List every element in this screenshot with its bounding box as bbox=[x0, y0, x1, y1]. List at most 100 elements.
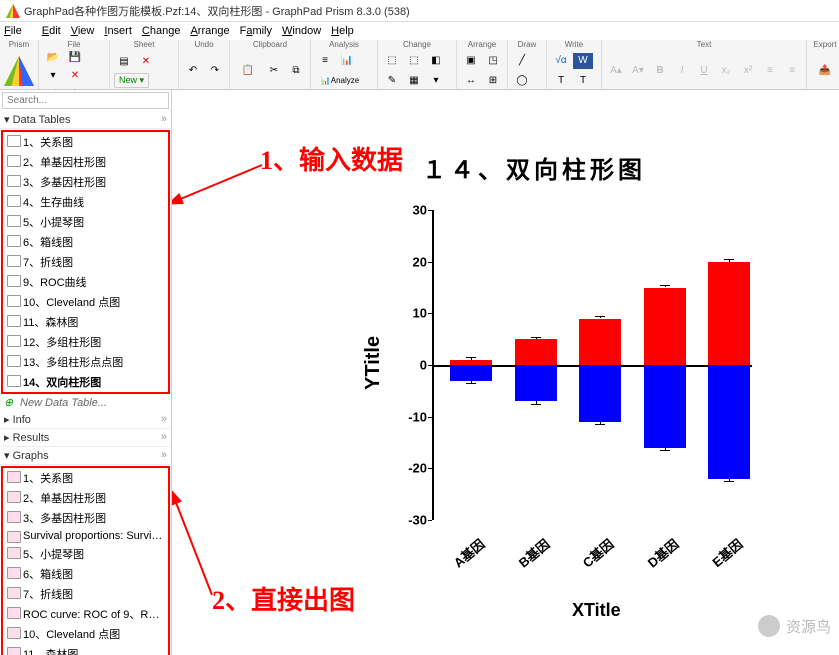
open-icon[interactable]: 📂 bbox=[43, 49, 63, 65]
font-a1-icon[interactable]: A▴ bbox=[606, 63, 626, 79]
align-c-icon[interactable]: ≡ bbox=[782, 63, 802, 79]
data-table-item[interactable]: 11、森林图 bbox=[3, 312, 168, 332]
graph-item[interactable]: 2、单基因柱形图 bbox=[3, 488, 168, 508]
graph-item[interactable]: 6、箱线图 bbox=[3, 564, 168, 584]
save-icon[interactable]: 💾 bbox=[65, 49, 85, 65]
app-icon bbox=[6, 4, 20, 18]
new-button[interactable]: New ▾ bbox=[114, 73, 149, 88]
arrange3-icon[interactable]: ↔ bbox=[461, 72, 481, 88]
text-t2-icon[interactable]: T bbox=[573, 72, 593, 88]
panel-info[interactable]: ▸ Info» bbox=[0, 411, 171, 429]
search-input[interactable] bbox=[2, 92, 169, 109]
data-table-item[interactable]: 2、单基因柱形图 bbox=[3, 152, 168, 172]
change5-icon[interactable]: ▦ bbox=[404, 72, 424, 88]
bar-upper bbox=[579, 319, 621, 366]
data-table-item[interactable]: 10、Cleveland 点图 bbox=[3, 292, 168, 312]
data-table-item[interactable]: 6、箱线图 bbox=[3, 232, 168, 252]
saveas-icon[interactable]: ▾ bbox=[43, 67, 63, 83]
word-icon[interactable]: W bbox=[573, 53, 593, 69]
graph-item[interactable]: 1、关系图 bbox=[3, 468, 168, 488]
text-t-icon[interactable]: T bbox=[551, 72, 571, 88]
menu-edit[interactable]: Edit bbox=[42, 25, 61, 37]
alpha-icon[interactable]: √α bbox=[551, 53, 571, 69]
data-table-item[interactable]: 3、多基因柱形图 bbox=[3, 172, 168, 192]
ribbon-group-export: Export bbox=[811, 40, 839, 52]
x-category-label: D基因 bbox=[631, 534, 682, 581]
close-icon[interactable]: ✕ bbox=[65, 67, 85, 83]
align-l-icon[interactable]: ≡ bbox=[760, 63, 780, 79]
paste-icon[interactable]: 📋 bbox=[234, 54, 262, 88]
copy-icon[interactable]: ⧉ bbox=[286, 63, 306, 79]
ribbon-group-change: Change bbox=[382, 40, 452, 52]
bold-icon[interactable]: B bbox=[650, 63, 670, 79]
sub-icon[interactable]: x₂ bbox=[716, 63, 736, 79]
menu-view[interactable]: View bbox=[71, 25, 95, 37]
data-table-item[interactable]: 9、ROC曲线 bbox=[3, 272, 168, 292]
analyze-btn[interactable]: 📊Analyze bbox=[315, 72, 365, 88]
sup-icon[interactable]: x² bbox=[738, 63, 758, 79]
menu-change[interactable]: Change bbox=[142, 25, 181, 37]
menu-insert[interactable]: Insert bbox=[104, 25, 132, 37]
panel-data-tables[interactable]: ▾ Data Tables» bbox=[0, 111, 171, 129]
italic-icon[interactable]: I bbox=[672, 63, 692, 79]
panel-graphs[interactable]: ▾ Graphs» bbox=[0, 447, 171, 465]
graph-item[interactable]: Survival proportions: Survival ... bbox=[3, 528, 168, 544]
draw1-icon[interactable]: ╱ bbox=[512, 53, 532, 69]
new-data-table[interactable]: New Data Table... bbox=[0, 395, 171, 411]
draw2-icon[interactable]: ◯ bbox=[512, 72, 532, 88]
watermark-text: 资源鸟 bbox=[786, 616, 831, 637]
bar-lower bbox=[708, 365, 750, 479]
graph-item[interactable]: 5、小提琴图 bbox=[3, 544, 168, 564]
graph-item[interactable]: ROC curve: ROC of 9、ROC曲线 bbox=[3, 604, 168, 624]
redo-icon[interactable]: ↷ bbox=[205, 63, 225, 79]
data-table-item[interactable]: 4、生存曲线 bbox=[3, 192, 168, 212]
menu-window[interactable]: Window bbox=[282, 25, 321, 37]
menu-family[interactable]: Family bbox=[240, 25, 272, 37]
underline-icon[interactable]: U bbox=[694, 63, 714, 79]
y-axis-label: YTitle bbox=[362, 336, 385, 390]
data-tables-highlight: 1、关系图2、单基因柱形图3、多基因柱形图4、生存曲线5、小提琴图6、箱线图7、… bbox=[1, 130, 170, 394]
graph-item[interactable]: 3、多基因柱形图 bbox=[3, 508, 168, 528]
arrange1-icon[interactable]: ▣ bbox=[461, 53, 481, 69]
delete-sheet-icon[interactable]: ✕ bbox=[136, 53, 156, 69]
graph-item[interactable]: 11、森林图 bbox=[3, 644, 168, 655]
change2-icon[interactable]: ⬚ bbox=[404, 53, 424, 69]
bar-lower bbox=[450, 365, 492, 381]
sheet-icon[interactable]: ▤ bbox=[114, 53, 134, 69]
x-category-label: A基因 bbox=[438, 534, 489, 581]
bar-upper bbox=[708, 262, 750, 365]
arrange4-icon[interactable]: ⊞ bbox=[483, 72, 503, 88]
change-icon[interactable]: ⬚ bbox=[382, 53, 402, 69]
graph-item[interactable]: 10、Cleveland 点图 bbox=[3, 624, 168, 644]
ribbon-toolbar: Prism File 📂 💾 ▾ ✕ ✔ ✦ Sheet ▤ ✕ New ▾ U… bbox=[0, 40, 839, 90]
menu-arrange[interactable]: Arrange bbox=[190, 25, 229, 37]
x-category-label: C基因 bbox=[567, 534, 618, 581]
data-table-item[interactable]: 7、折线图 bbox=[3, 252, 168, 272]
data-table-item[interactable]: 5、小提琴图 bbox=[3, 212, 168, 232]
stats-icon[interactable]: 📊 bbox=[337, 53, 357, 69]
change6-icon[interactable]: ▾ bbox=[426, 72, 446, 88]
cut-icon[interactable]: ✂ bbox=[264, 63, 284, 79]
export-icon[interactable]: 📤 bbox=[811, 54, 839, 88]
arrange2-icon[interactable]: ◳ bbox=[483, 53, 503, 69]
analyze-icon[interactable]: ≡ bbox=[315, 53, 335, 69]
data-table-item[interactable]: 12、多组柱形图 bbox=[3, 332, 168, 352]
y-tick-label: -20 bbox=[387, 461, 427, 476]
menu-file[interactable]: File bbox=[4, 25, 32, 37]
y-tick-label: 20 bbox=[387, 254, 427, 269]
ribbon-group-analysis: Analysis bbox=[315, 40, 373, 52]
data-table-item[interactable]: 14、双向柱形图 bbox=[3, 372, 168, 392]
data-table-item[interactable]: 1、关系图 bbox=[3, 132, 168, 152]
menu-help[interactable]: Help bbox=[331, 25, 354, 37]
change4-icon[interactable]: ✎ bbox=[382, 72, 402, 88]
prism-logo-icon[interactable] bbox=[4, 54, 34, 88]
change3-icon[interactable]: ◧ bbox=[426, 53, 446, 69]
y-tick-label: -30 bbox=[387, 513, 427, 528]
panel-results[interactable]: ▸ Results» bbox=[0, 429, 171, 447]
undo-icon[interactable]: ↶ bbox=[183, 63, 203, 79]
x-category-label: B基因 bbox=[502, 534, 553, 581]
data-table-item[interactable]: 13、多组柱形点点图 bbox=[3, 352, 168, 372]
font-a2-icon[interactable]: A▾ bbox=[628, 63, 648, 79]
graph-item[interactable]: 7、折线图 bbox=[3, 584, 168, 604]
bar-upper bbox=[515, 339, 557, 365]
